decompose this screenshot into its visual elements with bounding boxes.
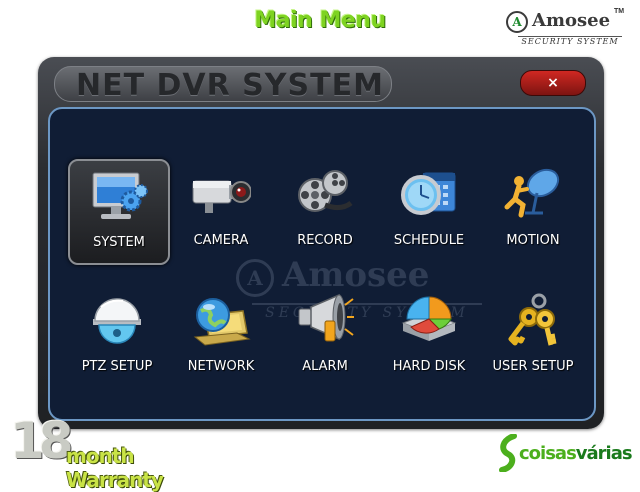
site-logo-text-b: várias [575, 443, 633, 464]
menu-item-system[interactable]: SYSTEM [68, 159, 170, 265]
menu-panel: A Amosee SECURITY SYSTEM SYSTEM CAMERA R… [48, 107, 596, 421]
film-reel-icon [298, 170, 353, 212]
menu-item-label: HARD DISK [392, 359, 466, 374]
dvr-window: NET DVR SYSTEM × A Amosee SECURITY SYSTE… [38, 57, 604, 429]
dome-camera-icon [93, 298, 141, 344]
brand-mark-icon: A [506, 11, 528, 33]
camera-icon [192, 180, 251, 213]
menu-item-label: USER SETUP [492, 359, 574, 374]
brand-name: Amosee [532, 10, 611, 31]
menu-item-user-setup[interactable]: USER SETUP [484, 285, 582, 387]
globe-laptop-icon [193, 298, 251, 346]
brand-trademark: TM [614, 8, 625, 15]
menu-item-label: SCHEDULE [393, 233, 465, 248]
menu-item-record[interactable]: RECORD [276, 159, 374, 261]
menu-item-alarm[interactable]: ALARM [276, 285, 374, 387]
menu-item-label: CAMERA [193, 233, 249, 248]
close-button[interactable]: × [520, 70, 586, 96]
menu-item-label: NETWORK [187, 359, 255, 374]
window-title: NET DVR SYSTEM [76, 68, 384, 103]
menu-item-schedule[interactable]: SCHEDULE [380, 159, 478, 261]
menu-item-camera[interactable]: CAMERA [172, 159, 270, 261]
warranty-badge: 18 month Warranty [8, 412, 208, 492]
warranty-number: 18 [10, 412, 74, 470]
megaphone-icon [298, 293, 354, 342]
menu-item-label: RECORD [297, 233, 353, 248]
monitor-gears-icon [92, 172, 148, 219]
site-logo-text: coisasvárias [519, 443, 633, 464]
warranty-text: month Warranty [66, 444, 164, 492]
menu-item-label: SYSTEM [93, 235, 145, 250]
site-logo-text-a: coisas [519, 443, 577, 464]
brand-logo: A Amosee TM SECURITY SYSTEM [504, 8, 624, 50]
menu-item-motion[interactable]: MOTION [484, 159, 582, 261]
running-person-icon [504, 168, 560, 218]
menu-item-label: PTZ SETUP [81, 359, 153, 374]
keys-icon [508, 293, 557, 346]
menu-item-network[interactable]: NETWORK [172, 285, 270, 387]
menu-item-label: ALARM [302, 359, 348, 374]
menu-item-hard-disk[interactable]: HARD DISK [380, 285, 478, 387]
site-logo: coisasvárias [498, 434, 640, 474]
brand-tagline: SECURITY SYSTEM [518, 36, 622, 46]
hard-disk-chart-icon [401, 296, 457, 341]
menu-item-ptz-setup[interactable]: PTZ SETUP [68, 285, 166, 387]
clock-calendar-icon [401, 172, 456, 215]
menu-item-label: MOTION [506, 233, 560, 248]
